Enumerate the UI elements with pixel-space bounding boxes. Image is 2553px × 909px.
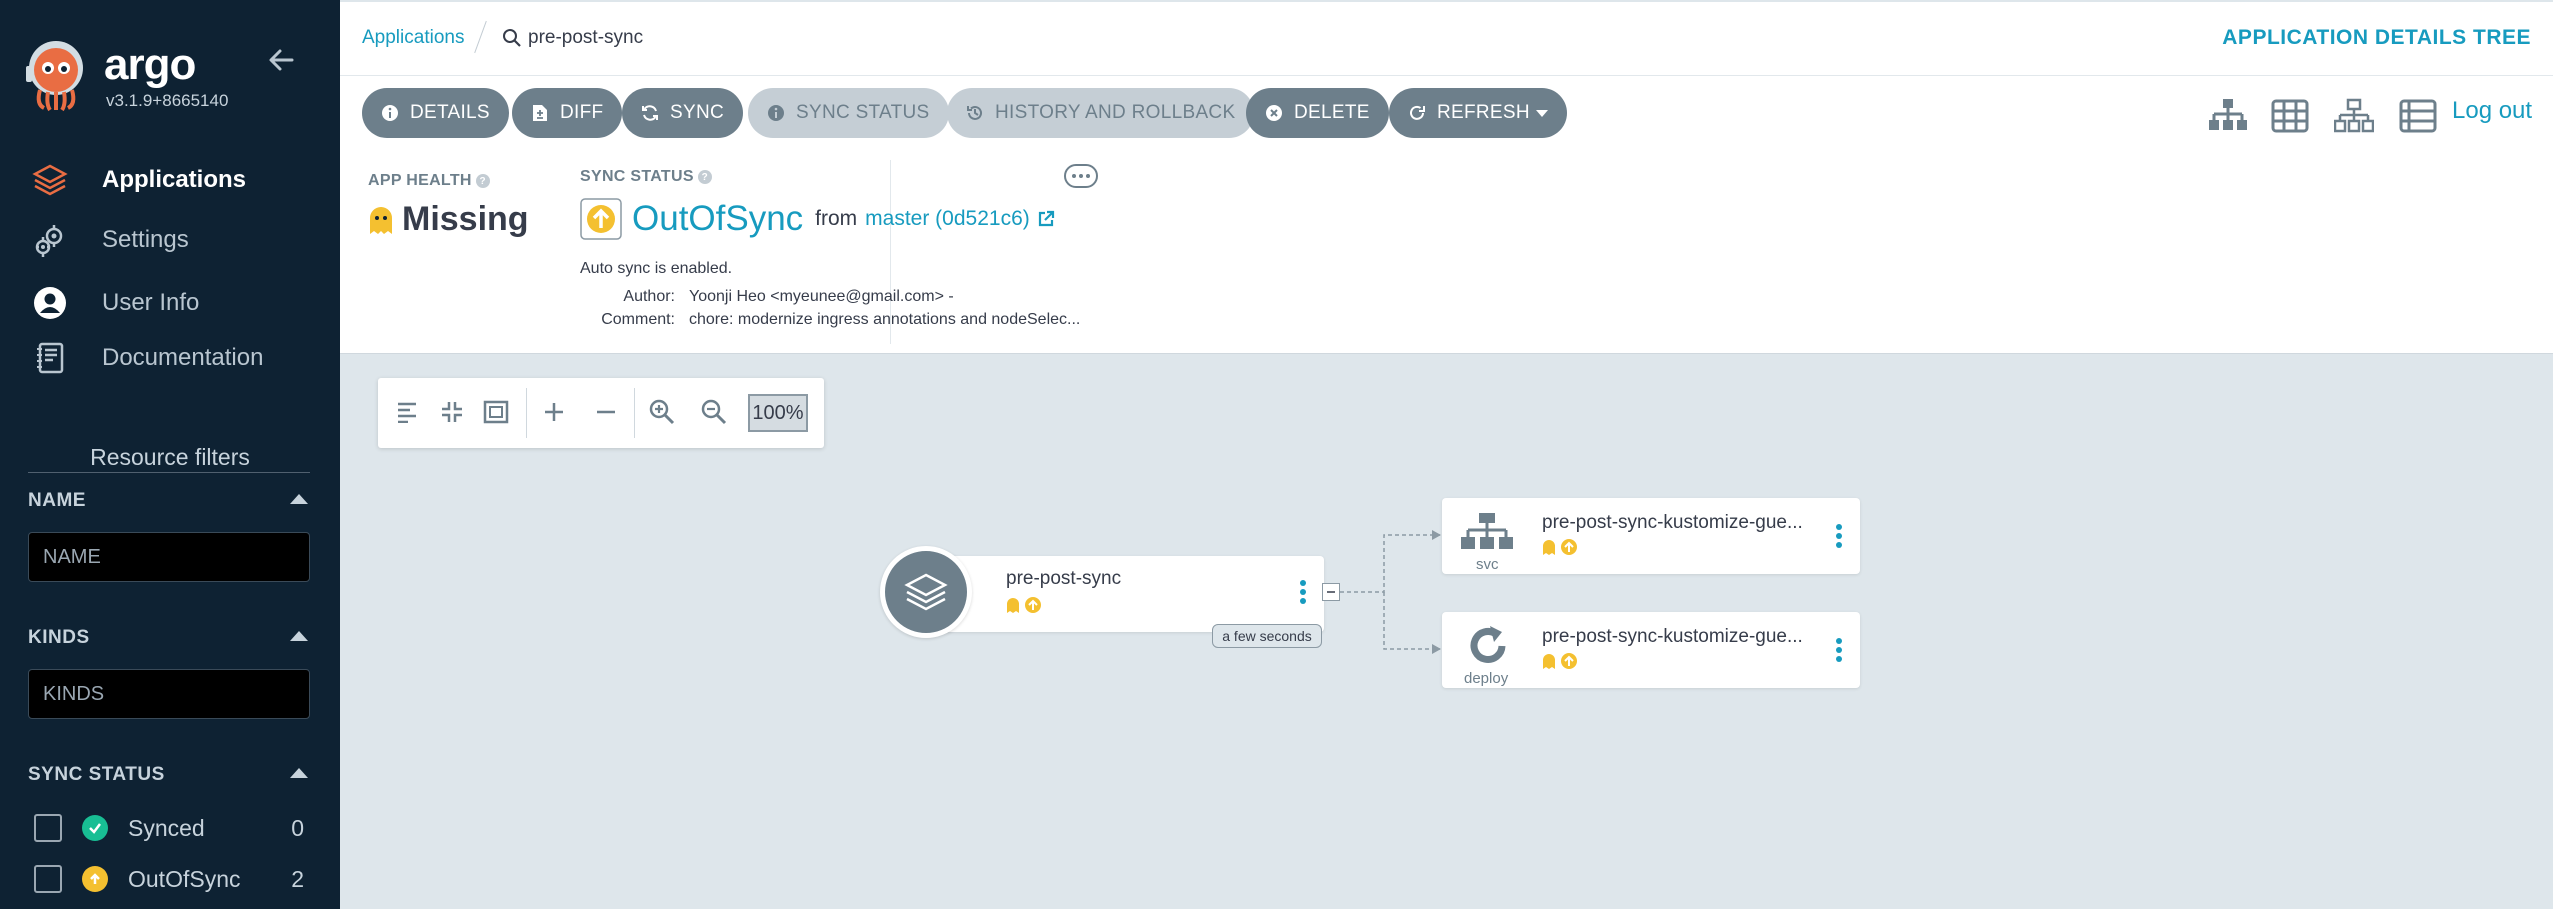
node-kind: deploy [1464,670,1509,687]
node-status [1006,596,1042,614]
node-menu-icon[interactable] [1836,524,1842,551]
child-node-name: pre-post-sync-kustomize-gue... [1542,512,1803,533]
node-menu-icon[interactable] [1300,580,1306,607]
service-icon [1460,512,1514,557]
child-node-deploy[interactable]: deploy pre-post-sync-kustomize-gue... [1442,612,1860,688]
node-status [1542,652,1578,670]
node-menu-icon[interactable] [1836,638,1842,665]
arrow-circle-up-icon [1025,597,1041,613]
app-node-name: pre-post-sync [1006,568,1122,589]
ghost-icon [1543,654,1555,669]
collapse-node-button[interactable] [1322,583,1340,601]
ghost-icon [1543,540,1555,555]
arrow-circle-up-icon [1561,539,1577,555]
child-node-name: pre-post-sync-kustomize-gue... [1542,626,1803,647]
arrow-circle-up-icon [1561,653,1577,669]
child-node-svc[interactable]: svc pre-post-sync-kustomize-gue... [1442,498,1860,574]
app-node-age: a few seconds [1212,624,1322,648]
ghost-icon [1007,598,1019,613]
node-kind: svc [1476,556,1499,573]
app-node-icon[interactable] [880,546,972,638]
deployment-icon [1466,624,1510,673]
graph-edges [1340,530,1441,654]
layers-icon [904,573,948,611]
node-status [1542,538,1578,556]
